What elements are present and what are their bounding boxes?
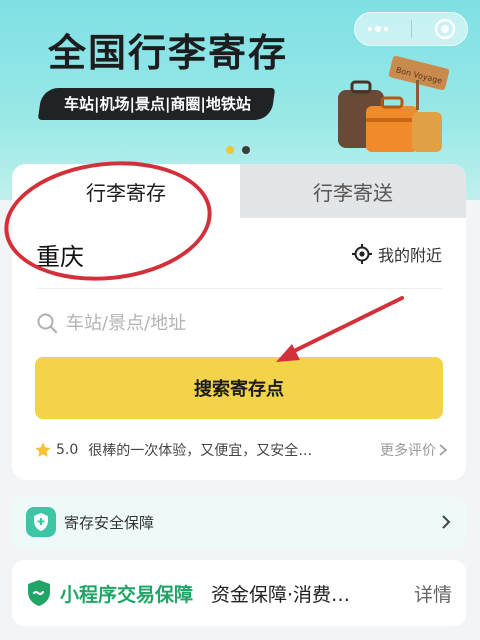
nearby-label: 我的附近 (377, 246, 442, 265)
shield-plus-icon (26, 507, 56, 537)
close-circle-icon[interactable] (434, 18, 456, 40)
divider (36, 288, 442, 289)
search-icon (37, 313, 58, 334)
capsule-divider (411, 20, 413, 38)
carousel-dot-active[interactable] (226, 146, 234, 154)
luggage-illustration: Bon Voyage (338, 55, 450, 152)
banner-tagline: 车站|机场|景点|商圈|地铁站 (37, 88, 276, 120)
transaction-guarantee-row[interactable]: 小程序交易保障 资金保障·消费… 详情 (12, 560, 466, 626)
carousel-dot[interactable] (242, 146, 250, 154)
more-reviews-link[interactable]: 更多评价 (380, 440, 448, 460)
star-icon (35, 442, 51, 457)
carousel-dots (226, 146, 250, 154)
guarantee-description: 资金保障·消费… (211, 583, 351, 606)
safety-label: 寄存安全保障 (64, 513, 155, 532)
more-dots-icon[interactable] (366, 25, 390, 33)
guarantee-details-link[interactable]: 详情 (414, 580, 452, 607)
guarantee-label: 小程序交易保障 (60, 583, 194, 606)
nearby-button[interactable]: 我的附近 (351, 242, 442, 266)
shield-check-icon (28, 580, 50, 606)
storage-safety-row[interactable]: 寄存安全保障 (12, 496, 466, 548)
chevron-right-icon (442, 515, 451, 529)
review-row[interactable]: 5.0 很棒的一次体验，又便宜，又安全… 更多评价 (34, 438, 448, 462)
banner-tagline-text: 车站|机场|景点|商圈|地铁站 (64, 95, 251, 113)
banner-title: 全国行李寄存 (48, 31, 289, 75)
review-text: 很棒的一次体验，又便宜，又安全… (88, 443, 313, 459)
target-icon (351, 244, 372, 264)
annotation-arrow (276, 296, 404, 362)
chevron-right-icon (439, 444, 448, 456)
mini-program-capsule (354, 12, 468, 46)
tab-luggage-delivery[interactable]: 行李寄送 (240, 164, 466, 218)
review-score: 5.0 (56, 442, 79, 458)
more-reviews-label: 更多评价 (380, 443, 436, 459)
